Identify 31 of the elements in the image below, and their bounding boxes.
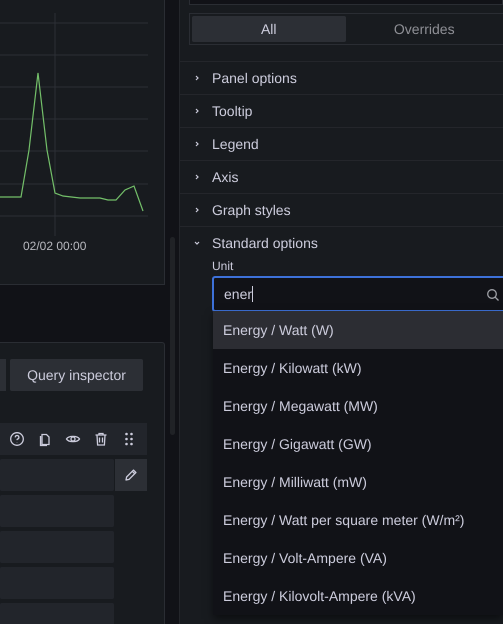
dropdown-option[interactable]: Energy / Gigawatt (GW) [213, 425, 503, 463]
search-icon [486, 288, 500, 302]
section-header[interactable]: Standard options [180, 226, 503, 259]
axis-label: 02/02 00:00 [23, 239, 86, 253]
dropdown-option[interactable]: Energy / Kilowatt (kW) [213, 349, 503, 387]
section-title: Legend [212, 136, 259, 152]
dropdown-option[interactable]: Energy / Kilovolt-Ampere (kVA) [213, 577, 503, 615]
section-header[interactable]: Graph styles [180, 193, 503, 226]
section-title: Graph styles [212, 202, 291, 218]
help-icon[interactable] [9, 431, 25, 447]
section-header[interactable]: Axis [180, 160, 503, 193]
dropdown-option[interactable]: Energy / Milliwatt (mW) [213, 463, 503, 501]
section-title: Tooltip [212, 103, 252, 119]
section-header[interactable]: Legend [180, 127, 503, 160]
section-title: Panel options [212, 70, 297, 86]
dropdown-option[interactable]: Energy / Watt per square meter (W/m²) [213, 501, 503, 539]
field-label: Unit [212, 259, 234, 273]
tab[interactable]: All [192, 16, 346, 42]
pencil-icon [123, 467, 139, 483]
section-header[interactable]: Panel options [180, 61, 503, 94]
dropdown-option[interactable]: Energy / Volt-Ampere (VA) [213, 539, 503, 577]
tab[interactable]: Overrides [348, 16, 501, 42]
section-title: Standard options [212, 235, 318, 251]
section-title: Axis [212, 169, 238, 185]
edit-button[interactable] [115, 459, 147, 491]
dropdown-option[interactable]: Energy / Megawatt (MW) [213, 387, 503, 425]
section-header[interactable]: Tooltip [180, 94, 503, 127]
trash-icon[interactable] [93, 431, 109, 447]
query-inspector-button[interactable]: Query inspector [10, 359, 143, 391]
unit-field[interactable]: ener [212, 276, 503, 312]
dropdown-option[interactable]: Energy / Watt (W) [213, 311, 503, 349]
